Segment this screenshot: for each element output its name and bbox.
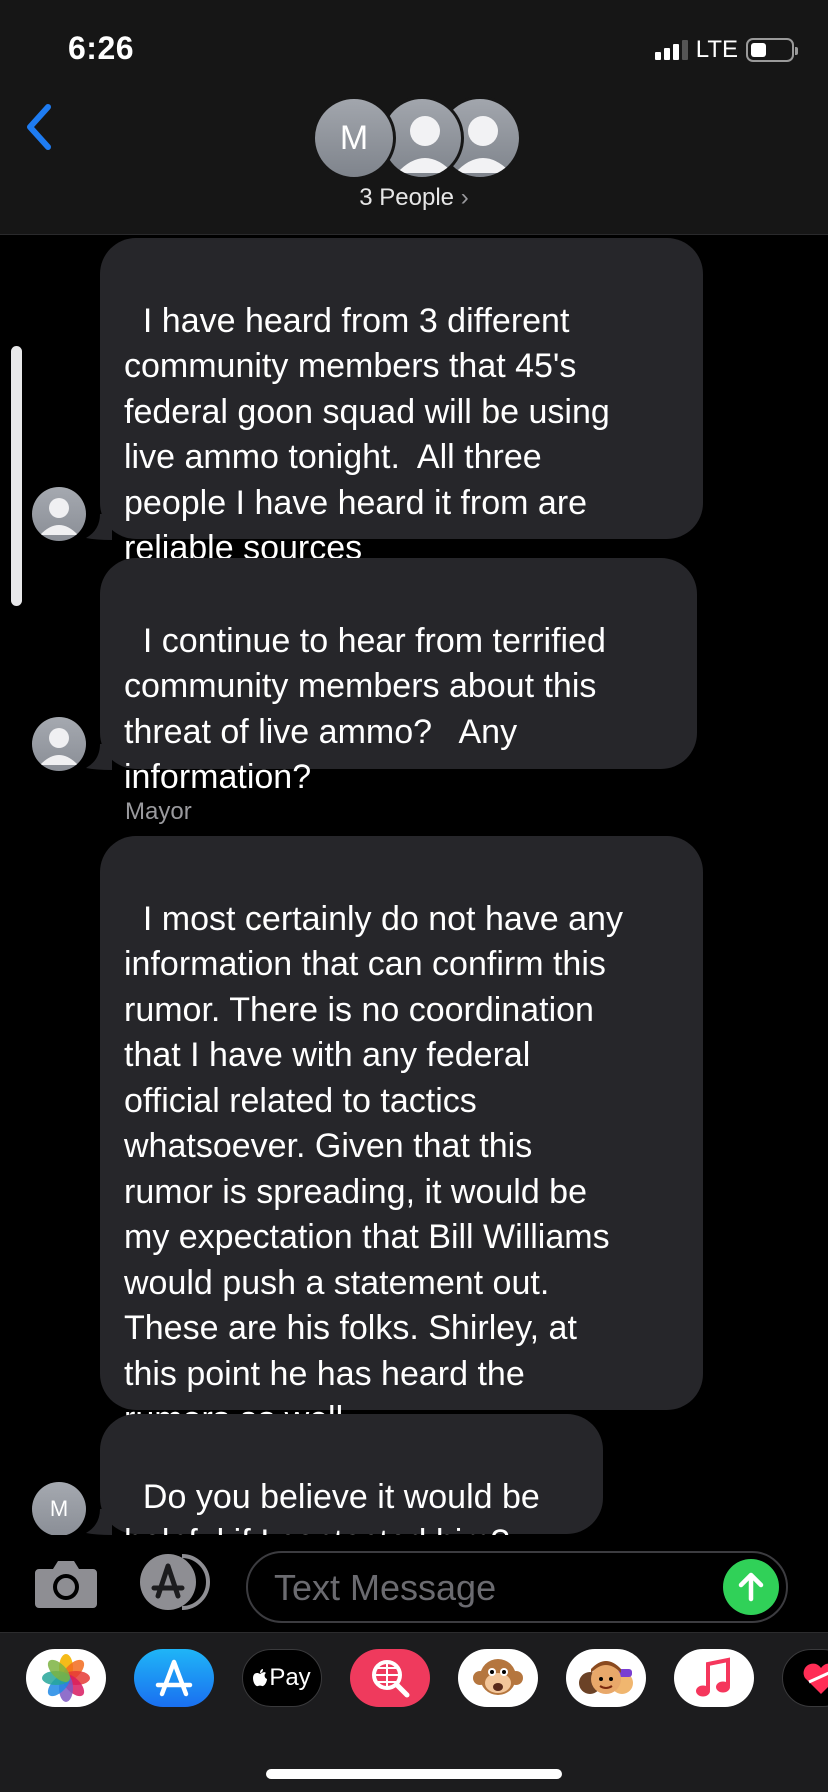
status-indicators: LTE xyxy=(654,36,798,64)
chevron-left-icon[interactable] xyxy=(20,103,60,151)
message-text: I continue to hear from terrified commun… xyxy=(124,621,606,797)
message-input-placeholder: Text Message xyxy=(274,1567,497,1608)
apple-logo-icon xyxy=(253,1669,268,1687)
battery-icon xyxy=(746,38,798,62)
message-bubble[interactable]: I most certainly do not have any informa… xyxy=(100,836,703,1438)
sender-name: Mayor xyxy=(125,798,192,825)
sender-avatar-initial[interactable]: M xyxy=(32,1482,86,1536)
participants-link[interactable]: 3 People › xyxy=(0,184,828,212)
message-input[interactable]: Text Message xyxy=(246,1551,788,1623)
signal-icon xyxy=(654,40,688,60)
home-indicator[interactable] xyxy=(266,1769,562,1779)
message-text: I most certainly do not have any informa… xyxy=(124,899,623,1439)
animoji-icon[interactable] xyxy=(458,1649,538,1707)
bubble-tail xyxy=(86,1509,112,1535)
message-bubble[interactable]: I continue to hear from terrified commun… xyxy=(100,558,697,796)
bubble-tail xyxy=(86,744,112,770)
sender-avatar-icon[interactable] xyxy=(32,717,86,771)
group-avatars[interactable]: M xyxy=(312,96,522,180)
sender-avatar-icon[interactable] xyxy=(32,487,86,541)
app-drawer: Pay xyxy=(0,1632,828,1792)
apple-pay-icon[interactable]: Pay xyxy=(242,1649,322,1707)
network-type: LTE xyxy=(695,36,738,63)
memoji-icon[interactable] xyxy=(566,1649,646,1707)
photos-icon[interactable] xyxy=(26,1649,106,1707)
heart-sticker-icon[interactable] xyxy=(782,1649,828,1707)
status-time: 6:26 xyxy=(68,30,135,66)
app-store-icon[interactable] xyxy=(138,1552,214,1612)
music-icon[interactable] xyxy=(674,1649,754,1707)
message-bubble[interactable]: Do you believe it would be helpful if I … xyxy=(100,1414,603,1561)
send-arrow-icon[interactable] xyxy=(723,1559,779,1615)
chevron-right-icon: › xyxy=(460,184,469,211)
camera-icon[interactable] xyxy=(33,1555,99,1610)
message-bubble[interactable]: I have heard from 3 different community … xyxy=(100,238,703,567)
bubble-tail xyxy=(86,514,112,540)
message-text: I have heard from 3 different community … xyxy=(124,301,610,568)
scroll-indicator[interactable] xyxy=(11,346,22,606)
conversation-header: 6:26 LTE M 3 People › xyxy=(0,0,828,235)
app-store-icon[interactable] xyxy=(134,1649,214,1707)
apple-pay-label: Pay xyxy=(269,1664,311,1691)
participants-label: 3 People xyxy=(359,184,455,211)
compose-bar: Text Message xyxy=(0,1535,828,1635)
web-search-icon[interactable] xyxy=(350,1649,430,1707)
initial-avatar: M xyxy=(312,96,396,180)
